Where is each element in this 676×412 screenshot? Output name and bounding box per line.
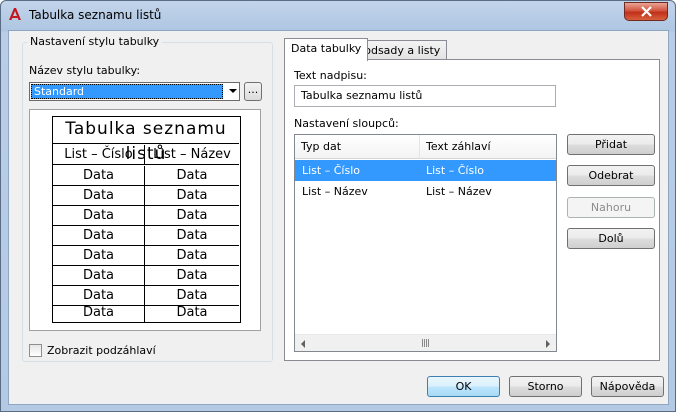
autocad-app-icon (9, 8, 21, 20)
cancel-button[interactable]: Storno (509, 376, 582, 397)
scroll-right-icon[interactable] (546, 340, 550, 348)
style-name-select[interactable]: Standard (29, 82, 240, 101)
help-button[interactable]: Nápověda (591, 376, 664, 397)
preview-cell: Data (53, 266, 145, 286)
move-up-button[interactable]: Nahoru (567, 197, 655, 218)
style-name-label: Název stylu tabulky: (29, 64, 141, 77)
list-item[interactable]: List – Název List – Název (295, 181, 556, 202)
preview-row: Data Data (53, 206, 239, 226)
preview-header-cell: List – Číslo (53, 145, 145, 165)
preview-table-title: Tabulka seznamu listů (53, 117, 239, 164)
scroll-grip-icon[interactable] (422, 339, 430, 347)
preview-cell: Data (176, 168, 208, 183)
caption-label: Text nadpisu: (294, 69, 367, 82)
preview-cell: Data (176, 208, 208, 223)
preview-cell: Data (176, 228, 208, 243)
style-name-value: Standard (31, 84, 223, 99)
tab-table-data[interactable]: Data tabulky (284, 38, 369, 61)
columns-label: Nastavení sloupců: (294, 117, 399, 130)
list-item-header: List – Číslo (426, 164, 484, 177)
preview-cell: Data (176, 248, 208, 263)
preview-cell: Data (176, 305, 208, 320)
show-subheader-checkbox[interactable] (29, 344, 42, 357)
preview-table: Tabulka seznamu listů List – Číslo List … (52, 116, 241, 323)
dropdown-arrow-icon[interactable] (229, 89, 237, 93)
preview-row: Data Data (53, 166, 239, 186)
dialog-client: Nastavení stylu tabulky Název stylu tabu… (8, 30, 669, 405)
add-button[interactable]: Přidat (567, 134, 655, 155)
preview-row: Data Data (53, 266, 239, 286)
column-header-data-type[interactable]: Typ dat (295, 135, 420, 159)
remove-button[interactable]: Odebrat (567, 165, 655, 186)
preview-row: Data Data (53, 246, 239, 266)
dialog-window: Tabulka seznamu listů Nastavení stylu ta… (0, 0, 676, 412)
close-icon (641, 6, 652, 17)
caption-input[interactable]: Tabulka seznamu listů (294, 85, 556, 107)
preview-cell: Data (53, 206, 145, 226)
title-bar[interactable]: Tabulka seznamu listů (1, 1, 675, 31)
list-item[interactable]: List – Číslo List – Číslo (295, 160, 556, 181)
table-preview: Tabulka seznamu listů List – Číslo List … (29, 109, 261, 331)
browse-style-button[interactable]: ... (244, 82, 262, 101)
preview-header-row: List – Číslo List – Název (53, 145, 239, 165)
columns-list[interactable]: Typ dat Text záhlaví List – Číslo List –… (294, 134, 557, 352)
preview-cell: Data (53, 226, 145, 246)
window-title: Tabulka seznamu listů (29, 8, 162, 22)
preview-row: Data Data (53, 226, 239, 246)
scroll-left-icon[interactable] (301, 340, 305, 348)
horizontal-scrollbar[interactable] (295, 334, 556, 351)
list-item-type: List – Název (302, 185, 368, 198)
preview-cell: Data (53, 246, 145, 266)
columns-list-header: Typ dat Text záhlaví (295, 135, 556, 159)
show-subheader-label[interactable]: Zobrazit podzáhlaví (47, 344, 156, 357)
preview-row: Data Data (53, 186, 239, 206)
preview-cell: Data (53, 303, 145, 323)
preview-row: Data Data (53, 303, 239, 323)
table-style-group-title: Nastavení stylu tabulky (27, 35, 163, 48)
list-item-header: List – Název (426, 185, 492, 198)
preview-cell: Data (53, 186, 145, 206)
table-data-panel: Text nadpisu: Tabulka seznamu listů Nast… (284, 59, 660, 361)
column-header-heading-text[interactable]: Text záhlaví (420, 135, 556, 159)
preview-cell: Data (176, 268, 208, 283)
ok-button[interactable]: OK (427, 376, 500, 397)
preview-cell: Data (53, 166, 145, 186)
move-down-button[interactable]: Dolů (567, 228, 655, 249)
close-button[interactable] (624, 2, 668, 21)
preview-header-cell: List – Název (153, 147, 231, 162)
list-item-type: List – Číslo (302, 164, 360, 177)
preview-cell: Data (176, 188, 208, 203)
